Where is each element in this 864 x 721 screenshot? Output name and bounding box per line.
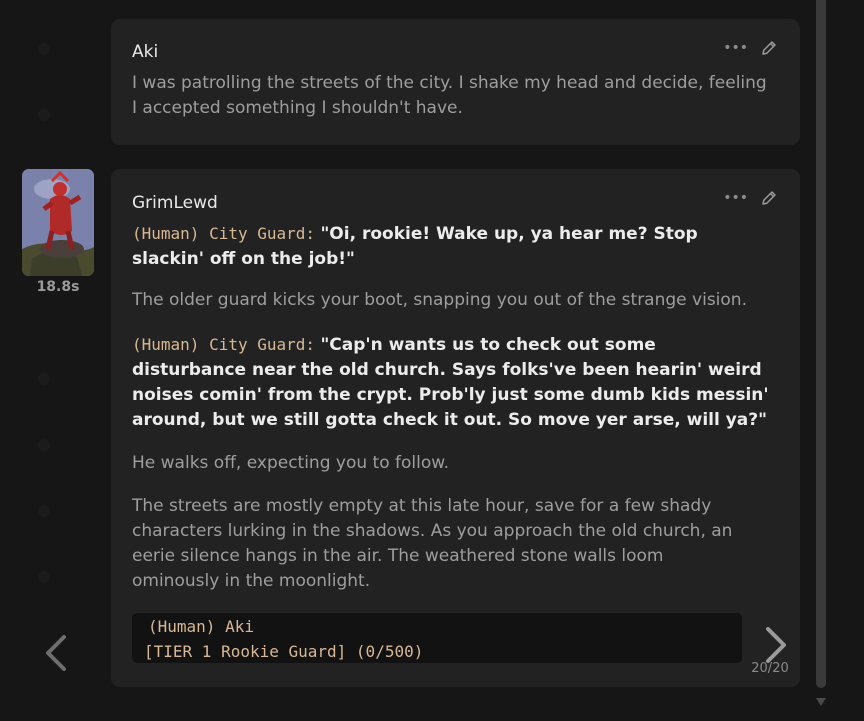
status-line-tier: [TIER 1 Rookie Guard] (0/500) [144, 642, 424, 661]
status-code-block: (Human) Aki [TIER 1 Rookie Guard] (0/500… [132, 613, 742, 663]
chat-page: Aki ••• I was patrolling the streets of … [0, 0, 864, 721]
chevron-left-icon[interactable] [42, 634, 72, 672]
avatar-image [22, 169, 94, 276]
scrollbar-thumb[interactable] [816, 0, 826, 688]
avatar[interactable] [22, 169, 94, 276]
speech-paragraph: (Human) City Guard: "Cap'n wants us to c… [132, 332, 772, 433]
triangle-down-icon[interactable] [815, 697, 827, 707]
message-toolbar: ••• [723, 189, 778, 207]
message-toolbar: ••• [723, 39, 778, 57]
pencil-icon[interactable] [760, 189, 778, 207]
message-author: GrimLewd [132, 193, 218, 213]
speaker-tag: (Human) City Guard: [132, 224, 316, 243]
more-dots-icon[interactable]: ••• [723, 189, 748, 207]
narration-paragraph: The older guard kicks your boot, snappin… [132, 290, 747, 310]
message-text: I was patrolling the streets of the city… [132, 73, 767, 118]
message-card-grimlewd: GrimLewd ••• (Human) City Guard: "Oi, ro… [111, 169, 800, 687]
message-card-aki: Aki ••• I was patrolling the streets of … [111, 19, 800, 145]
swipe-counter: 20/20 [751, 661, 789, 676]
response-timer: 18.8s [36, 279, 80, 295]
speech-paragraph: (Human) City Guard: "Oi, rookie! Wake up… [132, 221, 772, 272]
narration-paragraph: The streets are mostly empty at this lat… [132, 496, 733, 591]
narration-paragraph: He walks off, expecting you to follow. [132, 453, 449, 473]
speaker-tag: (Human) City Guard: [132, 335, 316, 354]
pencil-icon[interactable] [760, 39, 778, 57]
chevron-right-icon[interactable] [760, 626, 790, 664]
status-line-name: (Human) Aki [148, 617, 254, 636]
message-author: Aki [132, 42, 159, 62]
more-dots-icon[interactable]: ••• [723, 39, 748, 57]
